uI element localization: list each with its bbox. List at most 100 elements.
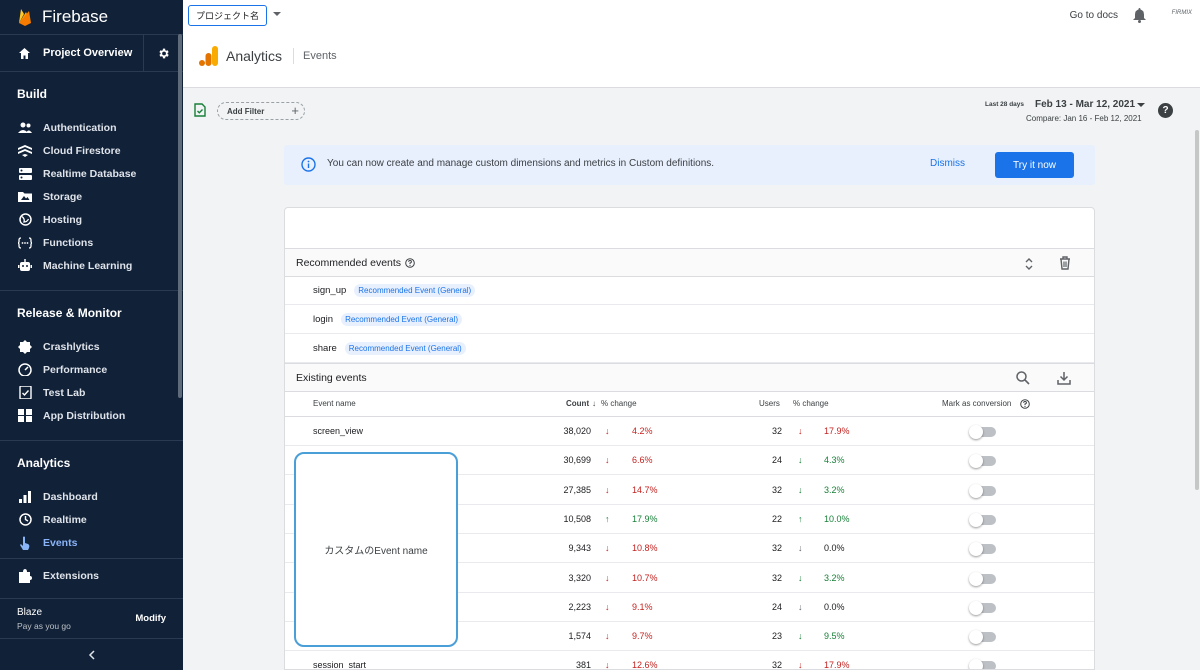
sidebar-item-realtime-database[interactable]: Realtime Database [0,162,183,185]
arrow-down-icon: ↓ [605,455,610,466]
sidebar-scrollbar[interactable] [178,34,182,398]
sidebar-item-machine-learning[interactable]: Machine Learning [0,254,183,277]
section-analytics: Analytics [17,456,71,470]
sidebar-item-storage[interactable]: Storage [0,185,183,208]
sidebar-item-performance[interactable]: Performance [0,358,183,381]
conversion-toggle[interactable] [969,600,996,615]
settings-button[interactable] [143,34,183,72]
conversion-toggle[interactable] [969,512,996,527]
dismiss-button[interactable]: Dismiss [930,158,965,169]
event-name[interactable]: session_start [313,660,366,669]
compare-range: Compare: Jan 16 - Feb 12, 2021 [1026,114,1142,123]
conversion-toggle[interactable] [969,425,996,439]
conversion-toggle[interactable] [969,630,996,645]
sidebar-item-cloud-firestore[interactable]: Cloud Firestore [0,139,183,162]
modify-plan-button[interactable]: Modify [135,613,166,624]
toggle-knob [969,659,983,669]
page-scrollbar[interactable] [1195,130,1199,490]
speedometer-icon [17,362,33,378]
recommended-events-title: Recommended events [296,257,402,269]
storage-icon [17,189,33,205]
help-outline-icon[interactable] [405,258,415,268]
sidebar-item-label: Performance [43,363,108,376]
add-filter-button[interactable]: Add Filter + [217,102,305,120]
section-release-monitor: Release & Monitor [17,306,122,320]
users-change: 17.9% [824,426,850,436]
users-change: 9.5% [824,631,845,642]
event-name[interactable]: screen_view [313,426,363,436]
sidebar-item-label: Authentication [43,121,117,134]
account-avatar[interactable]: FIRMIX [1172,10,1192,16]
recommended-row[interactable]: share Recommended Event (General) [285,335,1094,363]
expand-collapse-icon[interactable] [1024,257,1034,271]
toggle-knob [969,630,983,645]
column-event-name[interactable]: Event name [313,399,356,408]
conversion-toggle[interactable] [969,659,996,669]
project-overview[interactable]: Project Overview [0,34,183,72]
trash-icon[interactable] [1059,256,1071,270]
sort-down-icon[interactable]: ↓ [592,399,596,408]
help-icon[interactable]: ? [1158,103,1173,118]
sidebar-item-functions[interactable]: Functions [0,231,183,254]
conversion-toggle[interactable] [969,542,996,557]
table-row[interactable]: screen_view 38,020 ↓ 4.2% 32 ↓ 17.9% [285,417,1094,446]
sidebar-item-test-lab[interactable]: Test Lab [0,381,183,404]
sidebar-item-label: Realtime [43,513,87,526]
sidebar-item-hosting[interactable]: Hosting [0,208,183,231]
conversion-toggle[interactable] [969,571,996,586]
section-build: Build [17,87,47,101]
conversion-toggle[interactable] [969,454,996,469]
project-selector[interactable]: プロジェクト名 [188,5,268,26]
date-range-picker[interactable]: Feb 13 - Mar 12, 2021 [1035,99,1135,110]
notifications-button[interactable] [1133,8,1146,26]
sidebar-item-crashlytics[interactable]: Crashlytics [0,335,183,358]
users-change: 17.9% [824,660,850,670]
add-filter-label: Add Filter [227,106,265,116]
home-icon [19,47,30,59]
collapse-sidebar-button[interactable] [0,638,183,670]
sidebar-item-label: Machine Learning [43,259,133,272]
database-icon [17,166,33,182]
conversion-toggle[interactable] [969,483,996,498]
sidebar-item-extensions[interactable]: Extensions [0,564,99,587]
comparison-button[interactable] [194,103,206,120]
brand-name: Firebase [42,7,109,26]
arrow-down-icon: ↓ [798,543,803,554]
arrow-up-icon: ↑ [605,513,610,524]
sidebar-item-authentication[interactable]: Authentication [0,116,183,139]
help-outline-icon[interactable] [1020,399,1030,409]
user-count: 32 [771,426,782,436]
count-change: 10.7% [632,572,658,583]
people-icon [17,120,33,136]
recommended-row[interactable]: login Recommended Event (General) [285,306,1094,334]
arrow-down-icon: ↓ [605,660,610,670]
arrow-down-icon: ↓ [605,601,610,612]
arrow-down-icon: ↓ [605,572,610,583]
arrow-down-icon: ↓ [605,426,610,436]
table-header: Event name Count ↓ % change Users % chan… [285,391,1094,417]
event-name: share [313,343,337,354]
chevron-down-icon[interactable] [273,12,281,16]
count-change: 14.7% [632,484,658,495]
column-count[interactable]: Count [566,399,589,408]
event-count: 1,574 [568,631,591,642]
go-to-docs-link[interactable]: Go to docs [1070,10,1118,21]
user-count: 24 [771,601,782,612]
brand[interactable]: Firebase [0,0,183,34]
search-icon[interactable] [1016,371,1030,385]
sidebar-item-dashboard[interactable]: Dashboard [0,485,183,508]
column-users[interactable]: Users [759,399,780,408]
event-count: 381 [575,660,591,670]
chevron-down-icon[interactable] [1137,103,1145,107]
header-separator [293,48,295,64]
bar-chart-icon [17,489,33,505]
download-icon[interactable] [1057,371,1071,385]
recommended-events-header: Recommended events [285,248,1094,277]
table-row[interactable]: session_start 381 ↓ 12.6% 32 ↓ 17.9% [285,651,1094,670]
recommended-row[interactable]: sign_up Recommended Event (General) [285,277,1094,305]
count-change: 12.6% [632,660,658,670]
try-it-now-button[interactable]: Try it now [995,152,1074,178]
sidebar-item-app-distribution[interactable]: App Distribution [0,404,183,427]
sidebar-item-events[interactable]: Events [0,531,183,554]
sidebar-item-realtime[interactable]: Realtime [0,508,183,531]
